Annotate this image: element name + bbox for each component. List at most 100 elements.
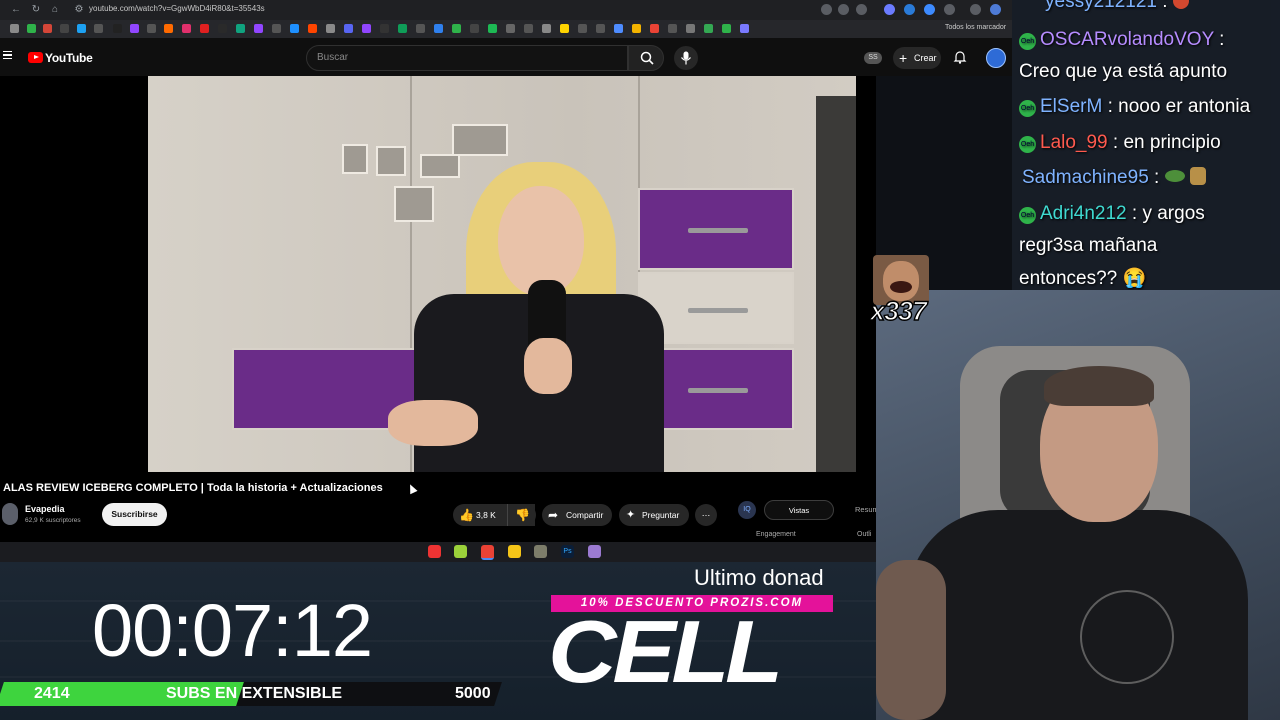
bookmark-icon[interactable]	[632, 24, 641, 33]
zoom-icon[interactable]	[821, 4, 832, 15]
extension-icon[interactable]	[904, 4, 915, 15]
account-avatar[interactable]	[986, 48, 1006, 68]
bookmark-icon[interactable]	[488, 24, 497, 33]
bookmark-icon[interactable]	[308, 24, 317, 33]
analytics-extension-icon[interactable]: IQ	[738, 501, 756, 519]
microphone-icon	[681, 51, 691, 65]
bookmark-icon[interactable]	[596, 24, 605, 33]
drawer-handle	[688, 388, 748, 393]
bookmark-icon[interactable]	[686, 24, 695, 33]
extension-icon[interactable]	[884, 4, 895, 15]
presenter-hand	[388, 400, 478, 446]
bookmark-icon[interactable]	[164, 24, 173, 33]
bookmark-icon[interactable]	[398, 24, 407, 33]
app-icon[interactable]	[588, 545, 601, 558]
address-bar[interactable]: youtube.com/watch?v=GgwWbD4iR80&t=35543s	[89, 4, 265, 13]
reload-icon[interactable]: ↻	[29, 3, 43, 17]
all-bookmarks-folder[interactable]: Todos los marcador	[945, 24, 1006, 31]
photoshop-icon[interactable]: Ps	[561, 545, 574, 558]
bookmark-icon[interactable]	[147, 24, 156, 33]
chat-message-continuation: regr3sa mañana	[1019, 235, 1158, 256]
star-icon[interactable]	[856, 4, 867, 15]
bookmark-icon[interactable]	[236, 24, 245, 33]
app-icon[interactable]	[454, 545, 467, 558]
dislike-button[interactable]: 👎	[507, 504, 536, 526]
ss-badge[interactable]: SS	[864, 52, 882, 64]
extensions-puzzle-icon[interactable]	[944, 4, 955, 15]
bookmark-icon[interactable]	[113, 24, 122, 33]
bookmark-icon[interactable]	[524, 24, 533, 33]
bookmark-icon[interactable]	[272, 24, 281, 33]
youtube-logo-text[interactable]: YouTube	[45, 51, 93, 65]
bookmark-icon[interactable]	[704, 24, 713, 33]
drawer-handle	[688, 308, 748, 313]
chat-username: yessy212121	[1045, 0, 1157, 12]
more-actions-button[interactable]: ⋯	[695, 504, 717, 526]
sidepanel-icon[interactable]	[970, 4, 981, 15]
extension-icon[interactable]	[924, 4, 935, 15]
notifications-bell-icon[interactable]	[953, 50, 967, 64]
bookmark-icon[interactable]	[668, 24, 677, 33]
chat-message: Oeh OSCARvolandoVOY :	[1019, 29, 1224, 51]
file-explorer-icon[interactable]	[508, 545, 521, 558]
bookmark-icon[interactable]	[722, 24, 731, 33]
subscribe-button[interactable]: Suscribirse	[102, 503, 167, 526]
more-icon: ⋯	[701, 510, 711, 520]
share-page-icon[interactable]	[838, 4, 849, 15]
video-player[interactable]	[148, 76, 856, 472]
bookmark-icon[interactable]	[200, 24, 209, 33]
chrome-icon[interactable]	[481, 545, 494, 560]
home-icon[interactable]: ⌂	[48, 3, 62, 17]
search-button[interactable]	[628, 45, 664, 71]
bookmark-icon[interactable]	[130, 24, 139, 33]
bookmark-icon[interactable]	[326, 24, 335, 33]
bookmark-icon[interactable]	[94, 24, 103, 33]
bookmark-icon[interactable]	[218, 24, 227, 33]
app-icon[interactable]	[534, 545, 547, 558]
emote-icon	[1189, 167, 1206, 185]
bookmark-icon[interactable]	[344, 24, 353, 33]
bookmark-icon[interactable]	[560, 24, 569, 33]
chat-username: ElSerM	[1040, 96, 1103, 117]
channel-name[interactable]: Evapedia	[25, 504, 65, 514]
site-info-icon[interactable]: ⚙	[72, 3, 86, 17]
bookmark-icon[interactable]	[506, 24, 515, 33]
bookmark-icon[interactable]	[27, 24, 36, 33]
subs-goal-label: SUBS EN EXTENSIBLE	[166, 685, 342, 703]
bookmark-icon[interactable]	[578, 24, 587, 33]
bookmark-icon[interactable]	[452, 24, 461, 33]
ask-label: Preguntar	[642, 510, 680, 520]
bookmark-icon[interactable]	[740, 24, 749, 33]
instagram-icon[interactable]	[182, 24, 191, 33]
wall-photo	[394, 186, 434, 222]
subs-goal-label-b: EXTENSIBLE	[241, 685, 343, 702]
bookmark-icon[interactable]	[542, 24, 551, 33]
profile-icon[interactable]	[990, 4, 1001, 15]
ask-button[interactable]: ✦ Preguntar	[619, 504, 689, 526]
bookmark-icon[interactable]	[434, 24, 443, 33]
bookmark-icon[interactable]	[77, 24, 86, 33]
twitch-icon[interactable]	[254, 24, 263, 33]
share-button[interactable]: ➦ Compartir	[542, 504, 612, 526]
bookmark-icon[interactable]	[470, 24, 479, 33]
bookmark-icon[interactable]	[10, 24, 19, 33]
chat-message: yessy212121 :	[1045, 0, 1189, 13]
create-button[interactable]: + Crear	[893, 47, 941, 69]
bookmark-icon[interactable]	[416, 24, 425, 33]
search-input[interactable]	[306, 45, 628, 71]
bookmark-icon[interactable]	[650, 24, 659, 33]
bookmark-icon[interactable]	[380, 24, 389, 33]
x-icon[interactable]	[60, 24, 69, 33]
bookmark-icon[interactable]	[614, 24, 623, 33]
channel-avatar[interactable]	[2, 503, 18, 525]
bookmark-icon[interactable]	[290, 24, 299, 33]
menu-icon[interactable]	[3, 51, 12, 59]
bookmark-icon[interactable]	[362, 24, 371, 33]
youtube-logo-icon[interactable]	[28, 52, 43, 63]
back-icon[interactable]: ←	[9, 3, 23, 17]
app-icon[interactable]	[428, 545, 441, 558]
voice-search-button[interactable]	[674, 46, 698, 70]
gmail-icon[interactable]	[43, 24, 52, 33]
like-count: 3,8 K	[476, 510, 496, 520]
tab-vistas[interactable]: Vistas	[764, 500, 834, 520]
